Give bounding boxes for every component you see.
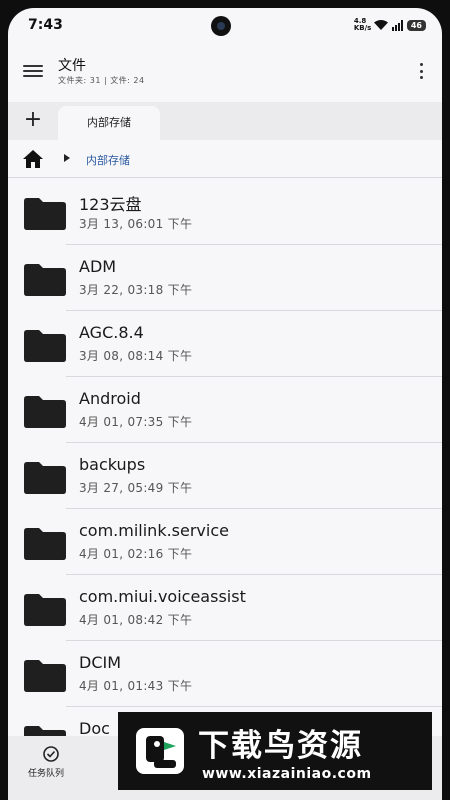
file-row[interactable]: Android 4月 01, 07:35 下午 bbox=[8, 377, 442, 443]
breadcrumb-arrow-icon bbox=[64, 154, 70, 162]
folder-icon bbox=[24, 198, 66, 230]
screen: 7:43 4.8 KB/s 46 文件 文件夹: 31 | 文件: 24 + 内… bbox=[8, 8, 442, 800]
bird-logo-icon bbox=[136, 728, 184, 774]
file-name: AGC.8.4 bbox=[79, 323, 144, 342]
file-row[interactable]: backups 3月 27, 05:49 下午 bbox=[8, 443, 442, 509]
folder-icon bbox=[24, 264, 66, 296]
file-row[interactable]: com.miui.voiceassist 4月 01, 08:42 下午 bbox=[8, 575, 442, 641]
signal-icon bbox=[391, 19, 403, 31]
file-date: 3月 13, 06:01 下午 bbox=[79, 217, 193, 231]
file-row[interactable]: AGC.8.4 3月 08, 08:14 下午 bbox=[8, 311, 442, 377]
file-date: 4月 01, 02:16 下午 bbox=[79, 547, 193, 561]
folder-icon bbox=[24, 594, 66, 626]
status-bar: 7:43 4.8 KB/s 46 bbox=[8, 8, 442, 42]
watermark-banner: 下载鸟资源 www.xiazainiao.com bbox=[118, 712, 432, 790]
watermark-title: 下载鸟资源 bbox=[198, 728, 363, 764]
file-date: 4月 01, 07:35 下午 bbox=[79, 415, 193, 429]
file-date: 3月 08, 08:14 下午 bbox=[79, 349, 193, 363]
app-title: 文件 bbox=[58, 58, 86, 74]
folder-file-count: 文件夹: 31 | 文件: 24 bbox=[58, 76, 145, 85]
network-speed: 4.8 KB/s bbox=[353, 17, 372, 32]
file-date: 4月 01, 01:43 下午 bbox=[79, 679, 193, 693]
folder-icon bbox=[24, 528, 66, 560]
home-icon[interactable] bbox=[22, 149, 44, 169]
file-row[interactable]: com.milink.service 4月 01, 02:16 下午 bbox=[8, 509, 442, 575]
file-name: ADM bbox=[79, 257, 117, 276]
file-name: com.miui.voiceassist bbox=[79, 587, 246, 606]
breadcrumb: 内部存储 bbox=[8, 140, 442, 178]
add-tab-button[interactable]: + bbox=[22, 109, 44, 132]
app-bar: 文件 文件夹: 31 | 文件: 24 bbox=[8, 48, 442, 100]
front-camera bbox=[211, 16, 231, 36]
file-name: 123云盘 bbox=[79, 195, 142, 214]
task-queue-label[interactable]: 任务队列 bbox=[28, 766, 64, 779]
file-name: DCIM bbox=[79, 653, 122, 672]
menu-icon[interactable] bbox=[22, 62, 44, 80]
file-date: 3月 27, 05:49 下午 bbox=[79, 481, 193, 495]
folder-icon bbox=[24, 330, 66, 362]
folder-icon bbox=[24, 396, 66, 428]
file-name: Android bbox=[79, 389, 141, 408]
wifi-icon bbox=[373, 20, 388, 30]
status-icons: 4.8 KB/s 46 bbox=[354, 18, 426, 32]
breadcrumb-current[interactable]: 内部存储 bbox=[86, 152, 130, 168]
file-name: com.milink.service bbox=[79, 521, 229, 540]
file-row[interactable]: DCIM 4月 01, 01:43 下午 bbox=[8, 641, 442, 707]
tab-internal-storage[interactable]: 内部存储 bbox=[58, 106, 160, 140]
folder-icon bbox=[24, 660, 66, 692]
file-row[interactable]: 123云盘 3月 13, 06:01 下午 bbox=[8, 179, 442, 245]
watermark-url: www.xiazainiao.com bbox=[202, 766, 372, 782]
file-date: 3月 22, 03:18 下午 bbox=[79, 283, 193, 297]
file-list: 123云盘 3月 13, 06:01 下午 ADM 3月 22, 03:18 下午 AG… bbox=[8, 179, 442, 773]
tab-row: + 内部存储 bbox=[8, 102, 442, 140]
more-options-icon[interactable] bbox=[418, 63, 424, 79]
file-name: backups bbox=[79, 455, 146, 474]
battery-icon: 46 bbox=[406, 19, 426, 31]
phone-frame: 7:43 4.8 KB/s 46 文件 文件夹: 31 | 文件: 24 + 内… bbox=[0, 0, 450, 800]
task-queue-icon[interactable] bbox=[42, 745, 60, 763]
file-date: 4月 01, 08:42 下午 bbox=[79, 613, 193, 627]
file-row[interactable]: ADM 3月 22, 03:18 下午 bbox=[8, 245, 442, 311]
folder-icon bbox=[24, 462, 66, 494]
status-time: 7:43 bbox=[28, 17, 63, 33]
